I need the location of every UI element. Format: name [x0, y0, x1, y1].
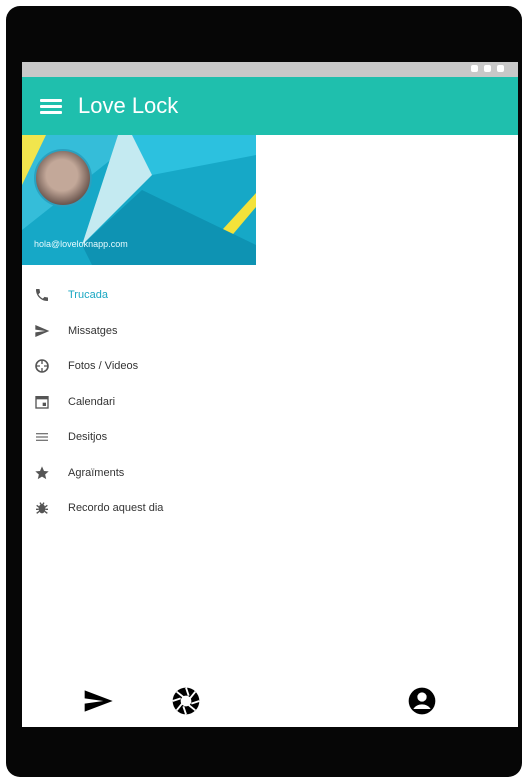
menu-item-recordo-aquest-dia[interactable]: Recordo aquest dia	[22, 491, 256, 527]
menu-item-label: Fotos / Videos	[68, 360, 139, 372]
list-icon	[36, 433, 48, 441]
camera-aperture-icon	[35, 359, 49, 373]
navigation-drawer: hola@loveloknapp.com Trucada Missatges F…	[22, 135, 256, 727]
user-email: hola@loveloknapp.com	[34, 239, 128, 249]
star-icon	[35, 465, 49, 479]
drawer-header: hola@loveloknapp.com	[22, 135, 256, 265]
hamburger-menu-icon[interactable]	[40, 99, 62, 115]
status-icons	[471, 65, 504, 72]
status-bar	[22, 62, 518, 77]
menu-item-fotos-videos[interactable]: Fotos / Videos	[22, 349, 256, 385]
phone-icon	[36, 289, 48, 301]
bottom-action-bar	[22, 671, 518, 727]
account-circle-icon[interactable]	[406, 685, 438, 717]
menu-item-calendari[interactable]: Calendari	[22, 385, 256, 421]
send-icon[interactable]	[82, 685, 114, 717]
menu-item-desitjos[interactable]: Desitjos	[22, 420, 256, 456]
app-screen: Love Lock hola@loveloknapp.com Trucada M…	[22, 62, 518, 727]
app-bar: Love Lock	[22, 77, 518, 135]
menu-item-label: Trucada	[68, 289, 108, 301]
menu-item-label: Desitjos	[68, 431, 108, 443]
avatar[interactable]	[34, 149, 92, 207]
menu-item-label: Calendari	[68, 395, 116, 408]
signal-icon	[471, 65, 478, 72]
wifi-icon	[484, 65, 491, 72]
menu-item-trucada[interactable]: Trucada	[22, 278, 256, 314]
menu-item-label: Recordo aquest dia	[68, 502, 164, 514]
camera-aperture-icon[interactable]	[170, 685, 202, 717]
calendar-icon	[35, 395, 49, 409]
send-icon	[35, 324, 50, 337]
app-title: Love Lock	[78, 93, 179, 118]
drawer-menu: Trucada Missatges Fotos / Videos Calenda…	[22, 278, 256, 527]
menu-item-label: Missatges	[68, 324, 118, 337]
menu-item-missatges[interactable]: Missatges	[22, 314, 256, 350]
menu-item-label: Agraïments	[68, 466, 125, 479]
bug-icon	[36, 502, 48, 514]
battery-icon	[497, 65, 504, 72]
menu-item-agraiments[interactable]: Agraïments	[22, 456, 256, 492]
